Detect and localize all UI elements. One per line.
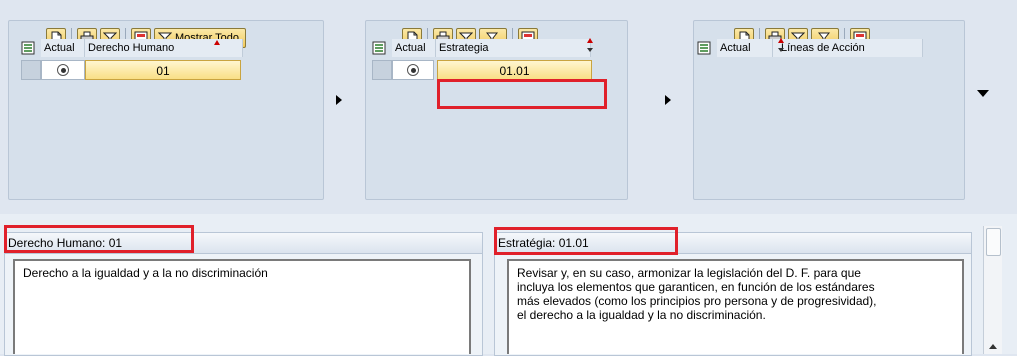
description-line: el derecho a la igualdad y la no discrim…	[517, 308, 766, 322]
detail-title-derecho-humano: Derecho Humano: 01	[5, 233, 482, 254]
table-row: 01.01	[372, 59, 592, 81]
derecho-humano-description: Derecho a la igualdad y a la no discrimi…	[13, 259, 471, 354]
radio-selected-icon[interactable]	[392, 60, 434, 80]
panel2-header: Actual Estrategia	[372, 39, 591, 57]
sort-descending-icon[interactable]	[587, 48, 593, 52]
scroll-up-icon[interactable]	[989, 344, 997, 349]
sort-ascending-icon[interactable]	[214, 40, 220, 45]
select-all-icon[interactable]	[21, 41, 35, 55]
table-row: 01	[21, 59, 241, 81]
column-header-actual[interactable]: Actual	[392, 39, 436, 57]
column-header-lineas-de-accion[interactable]: Líneas de Acción	[773, 39, 923, 57]
column-header-estrategia[interactable]: Estrategia	[436, 39, 591, 57]
estrategia-description: Revisar y, en su caso, armonizar la legi…	[507, 259, 964, 354]
select-all-icon[interactable]	[372, 41, 386, 55]
sort-ascending-icon[interactable]	[587, 38, 593, 43]
column-header-actual[interactable]: Actual	[41, 39, 85, 57]
panel3-header: Actual Líneas de Acción	[697, 39, 923, 57]
panel1-header: Actual Derecho Humano	[21, 39, 243, 57]
navigate-next-arrow[interactable]	[336, 95, 342, 105]
description-line: más elevados (como los principios pro pe…	[517, 294, 877, 308]
radio-selected-icon[interactable]	[41, 60, 85, 80]
select-all-icon[interactable]	[697, 41, 711, 55]
vertical-scrollbar[interactable]	[983, 226, 1002, 354]
navigate-next-arrow[interactable]	[665, 95, 671, 105]
row-selector[interactable]	[372, 60, 392, 80]
detail-title-estrategia: Estratégia: 01.01	[495, 233, 971, 254]
derecho-humano-cell[interactable]: 01	[85, 60, 241, 80]
description-line: Revisar y, en su caso, armonizar la legi…	[517, 266, 861, 280]
sort-ascending-icon[interactable]	[778, 38, 784, 43]
description-line: incluya los elementos que garanticen, en…	[517, 280, 875, 294]
sort-descending-icon[interactable]	[778, 48, 784, 52]
derecho-humano-text: Derecho a la igualdad y a la no discrimi…	[23, 266, 268, 280]
scrollbar-thumb[interactable]	[986, 228, 1001, 256]
estrategia-cell[interactable]: 01.01	[437, 60, 592, 80]
row-selector[interactable]	[21, 60, 41, 80]
dropdown-arrow[interactable]	[977, 90, 989, 97]
column-header-actual[interactable]: Actual	[717, 39, 773, 57]
